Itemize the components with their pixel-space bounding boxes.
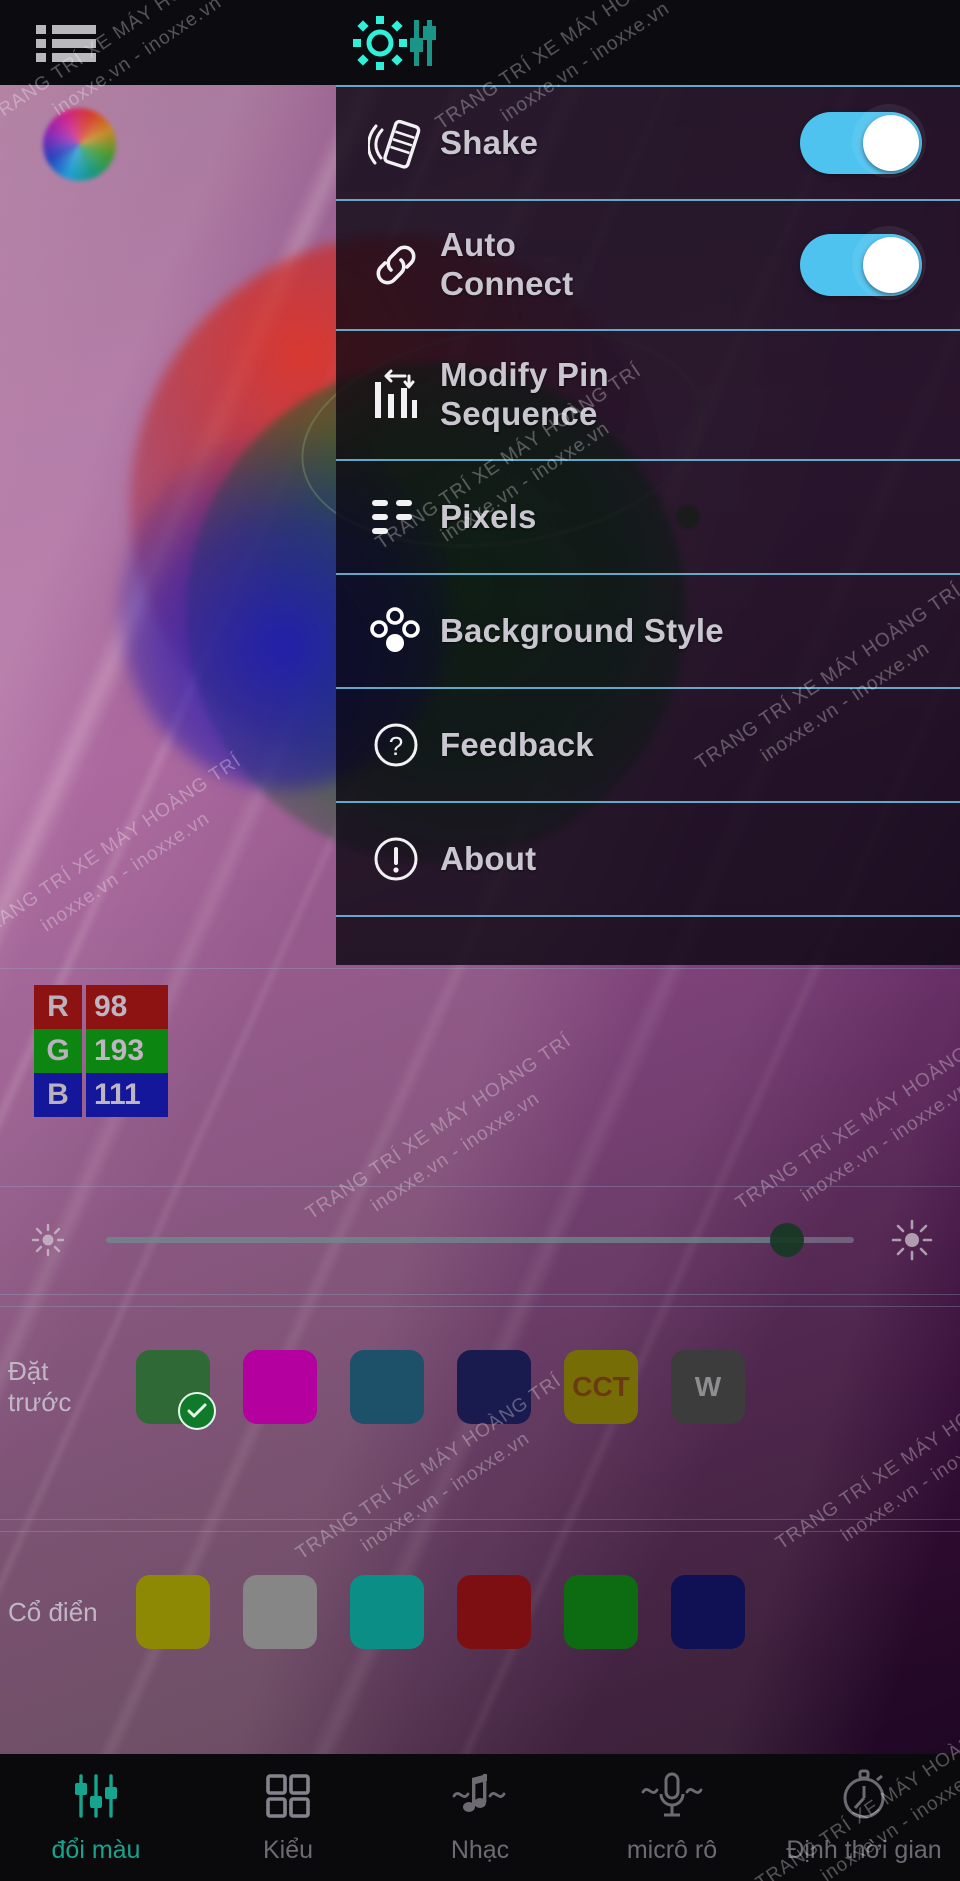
preset-swatch[interactable] bbox=[136, 1350, 216, 1430]
nav-item-label: Định thời gian bbox=[786, 1836, 942, 1864]
settings-row-label: Modify Pin Sequence bbox=[440, 356, 609, 432]
brightness-thumb[interactable] bbox=[769, 1223, 804, 1257]
toggle-knob bbox=[863, 115, 919, 171]
pixel-grid-icon bbox=[360, 490, 432, 544]
section-divider bbox=[0, 1294, 960, 1295]
music-note-icon bbox=[450, 1770, 510, 1822]
svg-text:?: ? bbox=[389, 731, 403, 761]
rgb-blue-value: 111 bbox=[86, 1073, 168, 1117]
link-icon bbox=[360, 238, 432, 292]
classic-swatch[interactable] bbox=[564, 1575, 638, 1649]
nav-item-đổi-màu[interactable]: đổi màu bbox=[0, 1754, 192, 1881]
settings-row-background-style[interactable]: Background Style bbox=[336, 575, 960, 687]
settings-row-label: About bbox=[440, 839, 537, 877]
toggle-knob bbox=[863, 237, 919, 293]
settings-gear-icon[interactable] bbox=[352, 12, 440, 74]
color-wheel-picker[interactable] bbox=[43, 108, 116, 181]
settings-row-pixels[interactable]: Pixels bbox=[336, 461, 960, 573]
preset-swatch[interactable]: CCT bbox=[564, 1350, 638, 1424]
preset-swatch-text: W bbox=[694, 1371, 722, 1402]
preset-swatch-text: CCT bbox=[572, 1371, 630, 1402]
sun-small-icon bbox=[31, 1223, 65, 1257]
rgb-row-red: R 98 bbox=[34, 985, 168, 1029]
dots-pattern-icon bbox=[360, 603, 432, 659]
rgb-row-green: G 193 bbox=[34, 1029, 168, 1073]
settings-row-about[interactable]: About bbox=[336, 803, 960, 915]
section-divider bbox=[0, 1519, 960, 1520]
classic-swatch[interactable] bbox=[136, 1575, 210, 1649]
presets-swatch-row: Đặt trước CCT W bbox=[0, 1312, 960, 1462]
reorder-bars-icon bbox=[360, 364, 432, 426]
bottom-navigation-bar: đổi màu Kiểu Nhạc micrô rô Định thời gia… bbox=[0, 1754, 960, 1881]
preset-swatch-check bbox=[178, 1392, 216, 1430]
rgb-row-blue: B 111 bbox=[34, 1073, 168, 1117]
rgb-red-value: 98 bbox=[86, 985, 168, 1029]
preset-swatch[interactable] bbox=[243, 1350, 317, 1424]
settings-drawer-panel: Shake Auto Connect Modify Pin Sequence P… bbox=[336, 85, 960, 965]
rgb-readout: R 98 G 193 B 111 bbox=[34, 985, 168, 1117]
classic-swatches bbox=[112, 1575, 778, 1649]
brightness-fill bbox=[106, 1237, 787, 1243]
question-circle-icon: ? bbox=[360, 718, 432, 772]
nav-item-kiểu[interactable]: Kiểu bbox=[192, 1754, 384, 1881]
nav-item-micrô-rô[interactable]: micrô rô bbox=[576, 1754, 768, 1881]
nav-item-label: Nhạc bbox=[450, 1836, 510, 1864]
section-divider bbox=[0, 1531, 960, 1532]
microphone-icon bbox=[639, 1770, 705, 1822]
rgb-red-key: R bbox=[34, 985, 82, 1029]
panel-divider bbox=[336, 915, 960, 917]
toggle-auto-connect[interactable] bbox=[800, 226, 926, 300]
classic-swatch[interactable] bbox=[457, 1575, 531, 1649]
brightness-slider-row[interactable] bbox=[0, 1186, 960, 1294]
settings-row-label: Pixels bbox=[440, 497, 537, 535]
section-divider bbox=[0, 968, 960, 969]
sliders-icon bbox=[70, 1770, 122, 1822]
settings-row-shake[interactable]: Shake bbox=[336, 87, 960, 199]
nav-item-nhạc[interactable]: Nhạc bbox=[384, 1754, 576, 1881]
preset-swatch[interactable]: W bbox=[671, 1350, 745, 1424]
settings-row-label: Feedback bbox=[440, 725, 594, 763]
timer-clock-icon bbox=[837, 1769, 891, 1822]
settings-row-label: Auto Connect bbox=[440, 226, 574, 302]
brightness-track[interactable] bbox=[106, 1223, 854, 1257]
shake-phone-icon bbox=[360, 112, 432, 174]
settings-menu-list: Shake Auto Connect Modify Pin Sequence P… bbox=[336, 85, 960, 917]
nav-item-label: Kiểu bbox=[262, 1836, 314, 1864]
classic-label: Cổ điển bbox=[8, 1596, 98, 1627]
classic-swatch-row: Cổ điển bbox=[0, 1537, 960, 1687]
settings-row-label: Background Style bbox=[440, 611, 724, 649]
settings-row-modify-pin-sequence[interactable]: Modify Pin Sequence bbox=[336, 331, 960, 459]
nav-item-label: đổi màu bbox=[51, 1836, 141, 1864]
classic-swatch[interactable] bbox=[350, 1575, 424, 1649]
preset-swatch[interactable] bbox=[457, 1350, 531, 1424]
top-bar bbox=[0, 0, 960, 85]
preset-swatch[interactable] bbox=[350, 1350, 424, 1424]
nav-item-định-thời-gian[interactable]: Định thời gian bbox=[768, 1754, 960, 1881]
section-divider bbox=[0, 1306, 960, 1307]
settings-row-label: Shake bbox=[440, 123, 539, 161]
presets-label: Đặt trước bbox=[8, 1356, 72, 1417]
presets-swatches: CCT W bbox=[112, 1350, 778, 1430]
app-screen: R 98 G 193 B 111 Đặt trước CCT W Cổ điển… bbox=[0, 0, 960, 1881]
toggle-shake[interactable] bbox=[800, 104, 926, 178]
grid-icon bbox=[262, 1770, 314, 1822]
nav-item-label: micrô rô bbox=[626, 1836, 718, 1864]
list-menu-icon[interactable] bbox=[36, 22, 98, 64]
info-circle-icon bbox=[360, 832, 432, 886]
sun-large-icon bbox=[891, 1219, 933, 1261]
settings-row-feedback[interactable]: ? Feedback bbox=[336, 689, 960, 801]
settings-row-auto-connect[interactable]: Auto Connect bbox=[336, 201, 960, 329]
classic-swatch[interactable] bbox=[243, 1575, 317, 1649]
rgb-green-value: 193 bbox=[86, 1029, 168, 1073]
rgb-blue-key: B bbox=[34, 1073, 82, 1117]
classic-swatch[interactable] bbox=[671, 1575, 745, 1649]
rgb-green-key: G bbox=[34, 1029, 82, 1073]
